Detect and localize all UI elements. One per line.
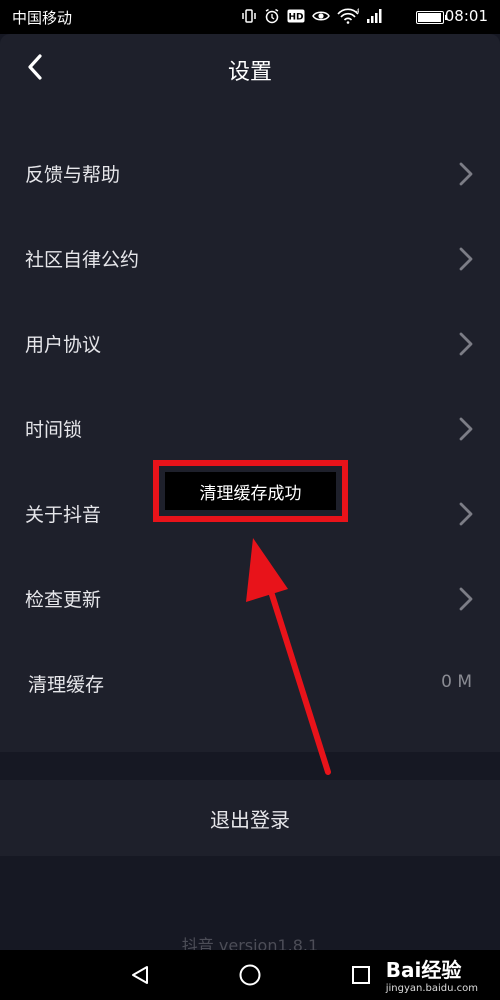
menu-item-clear-cache[interactable]: 清理缓存 0 M (0, 642, 500, 727)
toast: 清理缓存成功 (165, 472, 336, 510)
vibrate-icon (241, 8, 257, 24)
chevron-right-icon (459, 587, 473, 611)
highlight-box: 清理缓存成功 (153, 460, 348, 522)
logout-button[interactable]: 退出登录 (0, 780, 500, 856)
version-text: 抖音 version1.8.1 (181, 936, 319, 950)
network-label: 4G (356, 8, 359, 15)
toast-text: 清理缓存成功 (199, 483, 302, 504)
watermark: Bai经验 jingyan.baidu.com (386, 954, 478, 994)
chevron-right-icon (459, 417, 473, 441)
nav-back-button[interactable] (125, 960, 155, 990)
page-title: 设置 (227, 60, 272, 85)
carrier-name: 中国移动 (12, 9, 73, 27)
nav-recents-button[interactable] (346, 960, 376, 990)
settings-menu: 反馈与帮助 社区自律公约 用户协议 时间锁 关于抖音 检查更新 清理缓存 0 M (0, 132, 500, 727)
battery-fill (418, 13, 442, 22)
logout-label: 退出登录 (210, 807, 290, 832)
battery-icon (416, 11, 447, 24)
triangle-back-icon (132, 966, 148, 984)
header: 设置 (0, 34, 500, 102)
nav-home-button[interactable] (235, 960, 265, 990)
menu-item-label: 关于抖音 (25, 504, 102, 526)
menu-item-label: 社区自律公约 (25, 249, 140, 271)
chevron-right-icon (459, 332, 473, 356)
square-recents-icon (352, 966, 370, 984)
signal-icon (366, 8, 382, 24)
watermark-logo: Bai经验 (385, 958, 462, 982)
alarm-icon (264, 8, 280, 24)
menu-item-label: 检查更新 (25, 589, 102, 611)
menu-item-community-guidelines[interactable]: 社区自律公约 (0, 217, 500, 302)
wifi-icon: 4G (337, 8, 359, 24)
section-divider (0, 752, 500, 780)
cache-size-value: 0 M (441, 672, 472, 692)
eye-icon (312, 9, 330, 23)
navigation-bar: Bai经验 jingyan.baidu.com (0, 950, 500, 1000)
menu-item-label: 时间锁 (25, 419, 83, 441)
chevron-right-icon (459, 162, 473, 186)
menu-item-user-agreement[interactable]: 用户协议 (0, 302, 500, 387)
status-bar: 中国移动 HD 4G 08:01 (0, 0, 500, 34)
watermark-url: jingyan.baidu.com (385, 983, 478, 994)
footer-area: 抖音 version1.8.1 (0, 856, 500, 950)
menu-item-label: 用户协议 (25, 334, 102, 356)
status-icons: HD 4G (241, 8, 382, 24)
chevron-right-icon (459, 247, 473, 271)
menu-item-label: 清理缓存 (28, 674, 105, 696)
menu-item-feedback[interactable]: 反馈与帮助 (0, 132, 500, 217)
hd-label: HD (288, 13, 303, 23)
menu-item-label: 反馈与帮助 (25, 164, 121, 186)
circle-home-icon (239, 964, 261, 986)
menu-item-check-update[interactable]: 检查更新 (0, 557, 500, 642)
chevron-right-icon (459, 502, 473, 526)
hd-icon: HD (287, 9, 305, 23)
status-time: 08:01 (444, 7, 488, 25)
